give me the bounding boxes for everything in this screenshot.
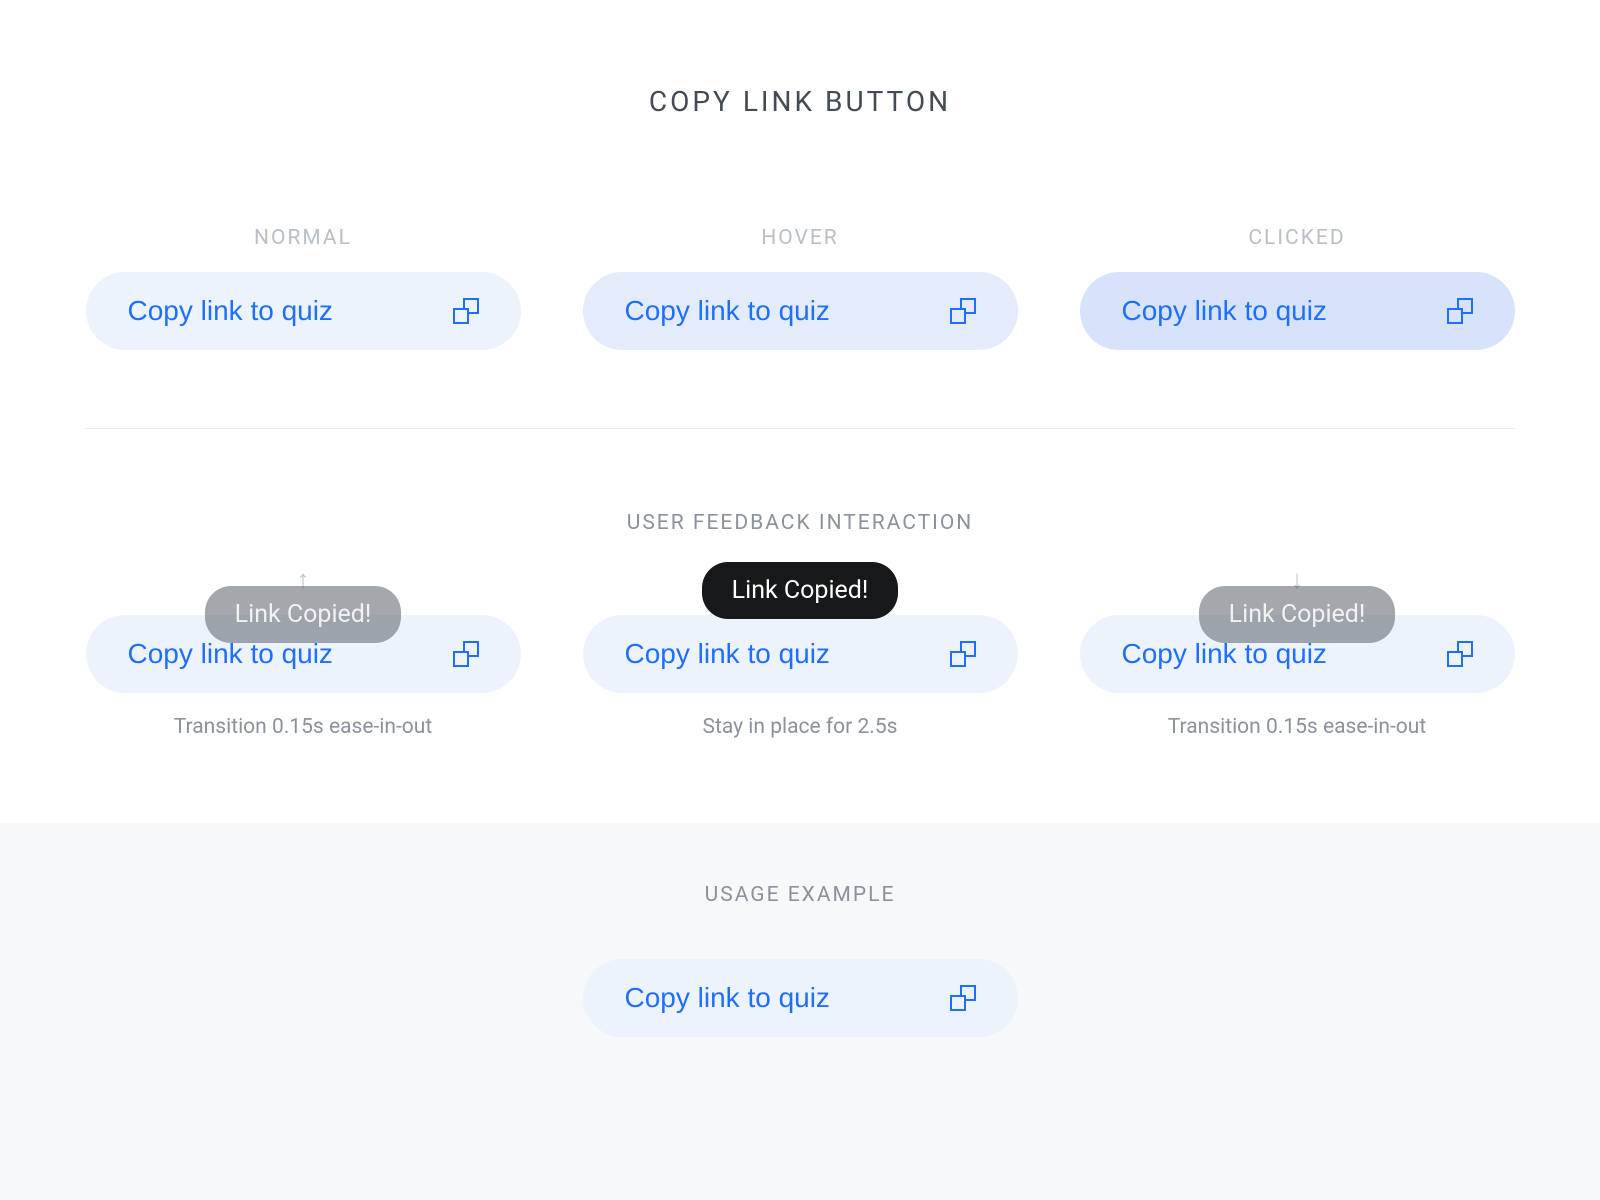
copy-icon [453,641,479,667]
states-section: NORMAL Copy link to quiz HOVER Copy link… [0,226,1600,350]
copy-link-label: Copy link to quiz [625,295,830,327]
states-row: NORMAL Copy link to quiz HOVER Copy link… [0,226,1600,350]
copy-link-label: Copy link to quiz [128,295,333,327]
state-normal-col: NORMAL Copy link to quiz [86,226,521,350]
usage-title: USAGE EXAMPLE [705,883,896,907]
state-clicked-label: CLICKED [1248,226,1345,250]
usage-section: USAGE EXAMPLE Copy link to quiz [0,823,1600,1200]
copy-link-button-normal[interactable]: Copy link to quiz [86,272,521,350]
copy-icon [950,641,976,667]
copy-icon [1447,641,1473,667]
copy-icon [1447,298,1473,324]
state-hover-col: HOVER Copy link to quiz [583,226,1018,350]
feedback-title: USER FEEDBACK INTERACTION [627,511,974,535]
copy-link-label: Copy link to quiz [625,982,830,1014]
copy-link-button-usage[interactable]: Copy link to quiz [583,959,1018,1037]
feedback-caption-rise: Transition 0.15s ease-in-out [174,715,432,739]
feedback-caption-fall: Transition 0.15s ease-in-out [1168,715,1426,739]
feedback-section: USER FEEDBACK INTERACTION ↑ Link Copied!… [0,511,1600,739]
copy-icon [453,298,479,324]
toast-rising: Link Copied! [205,586,402,643]
state-hover-label: HOVER [761,226,838,250]
copy-link-button-hover[interactable]: Copy link to quiz [583,272,1018,350]
feedback-step-hold: Link Copied! Copy link to quiz Stay in p… [583,573,1018,739]
feedback-row: ↑ Link Copied! Copy link to quiz Transit… [0,573,1600,739]
feedback-step-fall: ↓ Link Copied! Copy link to quiz Transit… [1080,573,1515,739]
copy-icon [950,298,976,324]
divider [85,428,1515,429]
copy-icon [950,985,976,1011]
page-title: COPY LINK BUTTON [649,85,951,118]
copy-link-button-feedback-hold[interactable]: Copy link to quiz [583,615,1018,693]
copy-link-button-clicked[interactable]: Copy link to quiz [1080,272,1515,350]
toast-hold: Link Copied! [702,562,899,619]
feedback-caption-hold: Stay in place for 2.5s [703,715,898,739]
feedback-step-rise: ↑ Link Copied! Copy link to quiz Transit… [86,573,521,739]
toast-falling: Link Copied! [1199,586,1396,643]
state-clicked-col: CLICKED Copy link to quiz [1080,226,1515,350]
state-normal-label: NORMAL [254,226,352,250]
copy-link-label: Copy link to quiz [1122,295,1327,327]
copy-link-label: Copy link to quiz [625,638,830,670]
